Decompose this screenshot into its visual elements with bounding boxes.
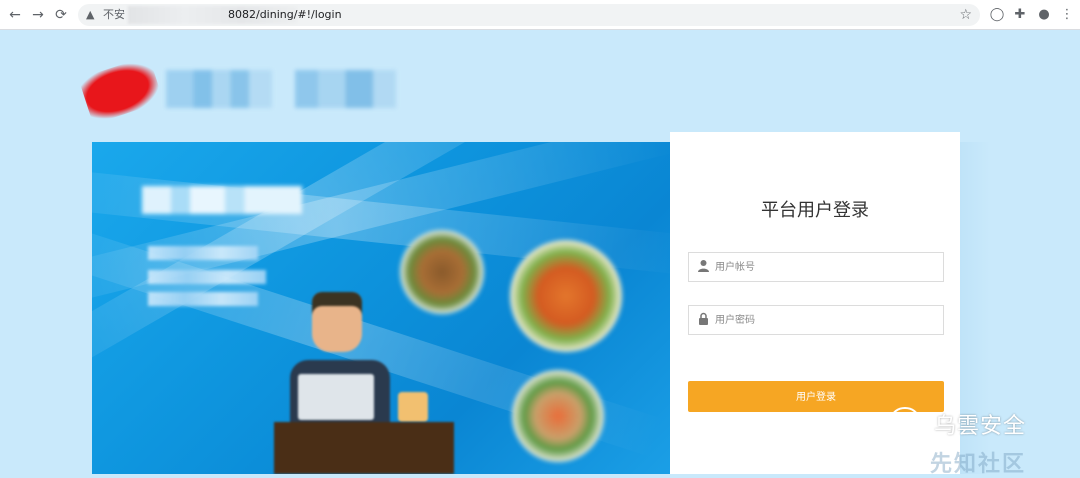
wechat-icon [890, 405, 930, 439]
star-icon[interactable]: ☆ [959, 6, 972, 24]
food-image [400, 230, 484, 314]
password-input[interactable] [715, 306, 937, 334]
brand-name-blurred [166, 70, 396, 108]
not-secure-label: 不安 [103, 8, 125, 21]
url-text[interactable]: 8082/dining/#!/login [228, 7, 342, 23]
hero-banner [92, 142, 670, 474]
address-bar[interactable]: ▲ 不安 8082/dining/#!/login ☆ [78, 4, 980, 26]
puzzle-icon[interactable]: ✚ [1011, 6, 1029, 24]
warning-icon: ▲ [86, 8, 95, 21]
food-image [510, 240, 622, 352]
banner-line-blurred [148, 270, 266, 284]
watermark-faint-text: 先知社区 [930, 452, 1027, 477]
user-icon [697, 259, 711, 273]
watermark-text: 乌雲安全 [934, 414, 1027, 439]
circle-icon[interactable]: ◯ [988, 6, 1006, 24]
profile-icon[interactable]: ● [1035, 6, 1053, 24]
username-input[interactable] [715, 253, 937, 281]
cup-illustration [398, 392, 428, 422]
password-field[interactable] [688, 305, 944, 335]
lock-icon [697, 312, 711, 326]
reload-icon[interactable]: ⟳ [52, 6, 70, 24]
forward-icon[interactable]: → [29, 6, 47, 24]
desk-illustration [274, 422, 454, 474]
banner-heading-blurred [142, 186, 302, 214]
back-icon[interactable]: ← [6, 6, 24, 24]
banner-line-blurred [148, 292, 258, 306]
logo-redacted [78, 55, 164, 125]
login-title: 平台用户登录 [761, 200, 869, 221]
laptop-illustration [298, 374, 374, 420]
browser-toolbar: ← → ⟳ ▲ 不安 8082/dining/#!/login ☆ ◯ ✚ ● … [0, 0, 1080, 30]
username-field[interactable] [688, 252, 944, 282]
person-illustration [312, 292, 362, 352]
food-image [512, 370, 604, 462]
more-vert-icon[interactable]: ⋮ [1058, 6, 1076, 24]
banner-line-blurred [148, 246, 258, 260]
